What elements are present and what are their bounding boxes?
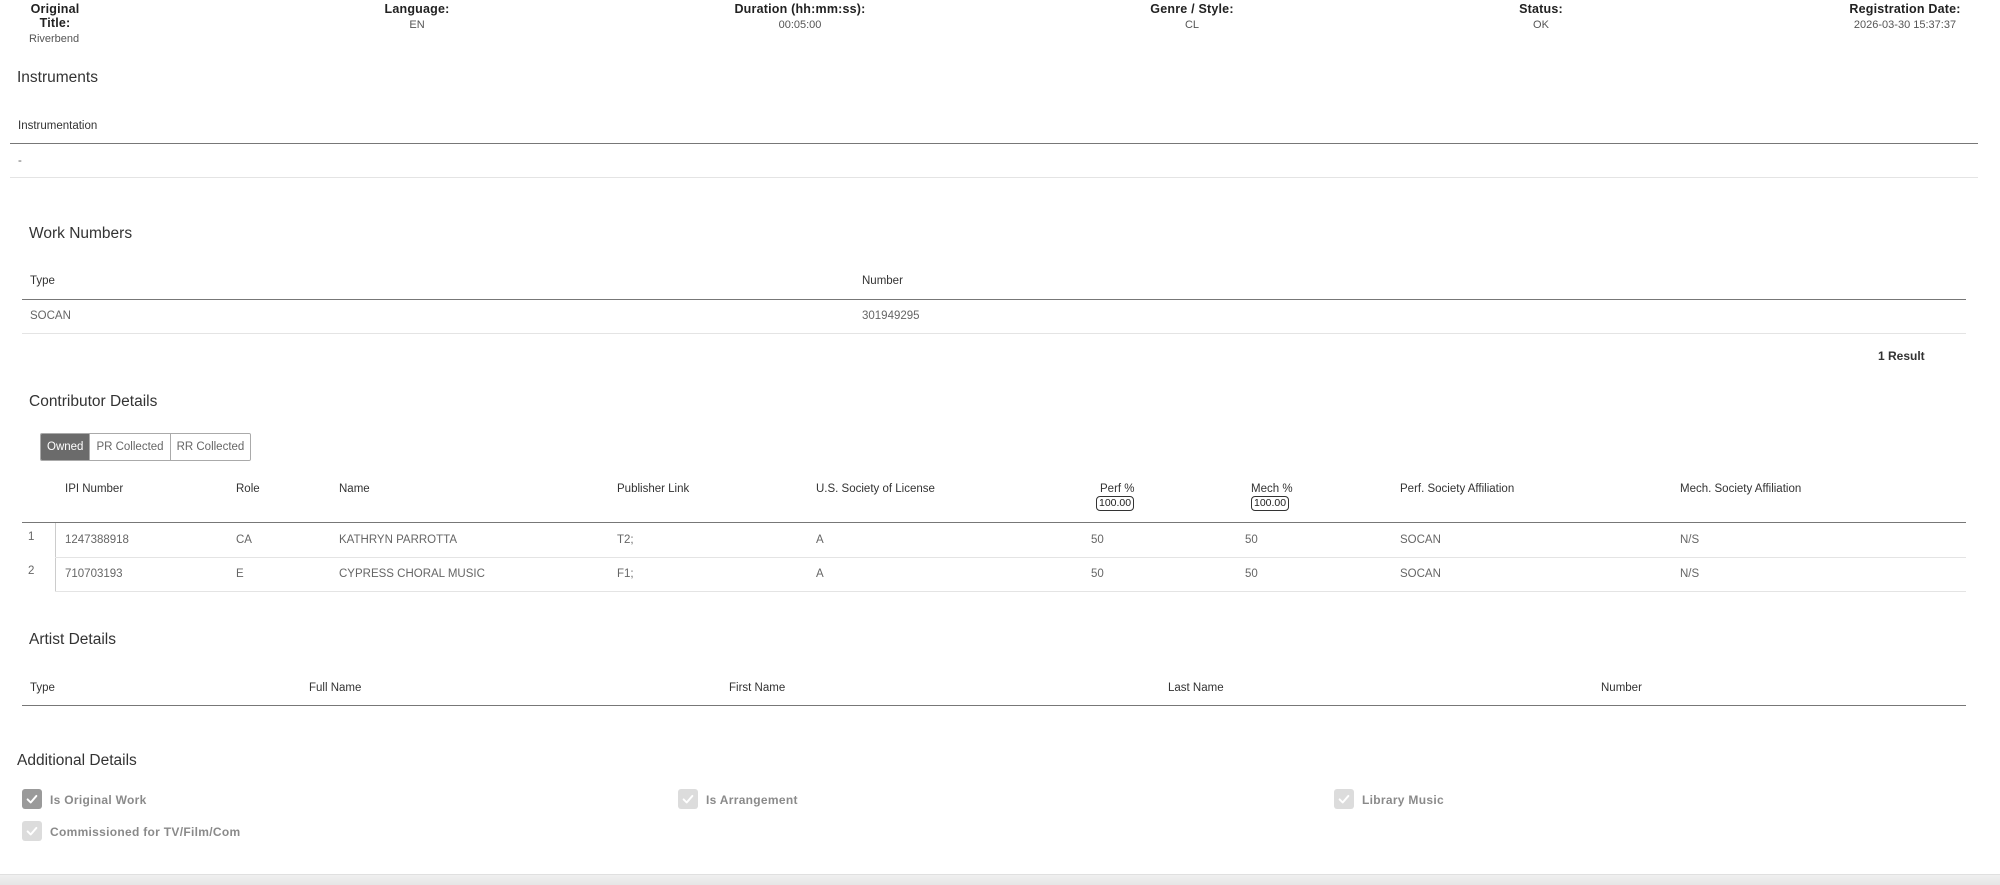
col-publisher-link: Publisher Link: [617, 483, 690, 495]
summary-original-title: Original Title: Riverbend: [15, 2, 95, 45]
work-numbers-type-header: Type: [30, 275, 55, 287]
summary-label: Genre / Style:: [1150, 2, 1234, 16]
perf-total: 100.00: [1096, 496, 1135, 511]
is-original-work-label: Is Original Work: [50, 793, 147, 807]
cell-name: KATHRYN PARROTTA: [339, 534, 457, 546]
summary-duration: Duration (hh:mm:ss): 00:05:00: [720, 2, 880, 31]
contributor-tabs: Owned PR Collected RR Collected: [40, 433, 252, 461]
cell-perf-affiliation: SOCAN: [1400, 568, 1441, 580]
work-numbers-title: Work Numbers: [29, 225, 133, 242]
contributor-details-title: Contributor Details: [29, 393, 158, 410]
library-music-checkbox[interactable]: [1334, 789, 1354, 809]
check-icon: [26, 794, 38, 804]
summary-genre: Genre / Style: CL: [1132, 2, 1252, 31]
row-index: 1: [28, 531, 35, 543]
page-bottom-edge: [0, 874, 2000, 885]
artist-col-type: Type: [30, 682, 55, 694]
summary-language: Language: EN: [367, 2, 467, 31]
cell-perf-affiliation: SOCAN: [1400, 534, 1441, 546]
divider: [22, 705, 1966, 706]
col-mech-affiliation: Mech. Society Affiliation: [1680, 483, 1802, 495]
summary-value: 2026-03-30 15:37:37: [1853, 19, 1957, 31]
summary-value: CL: [1184, 19, 1200, 31]
col-name: Name: [339, 483, 370, 495]
divider: [55, 591, 1966, 592]
summary-value: OK: [1533, 19, 1549, 31]
summary-label: Registration Date:: [1849, 2, 1961, 16]
mech-total: 100.00: [1251, 496, 1290, 511]
cell-mech-affiliation: N/S: [1680, 534, 1700, 546]
cell-perf: 50: [1091, 568, 1104, 580]
col-ipi-number: IPI Number: [65, 483, 124, 495]
summary-status: Status: OK: [1501, 2, 1581, 31]
cell-mech: 50: [1245, 534, 1258, 546]
check-icon: [26, 826, 38, 836]
cell-role: E: [236, 568, 244, 580]
cell-mech: 50: [1245, 568, 1258, 580]
work-numbers-number-header: Number: [862, 275, 903, 287]
col-us-society: U.S. Society of License: [816, 483, 935, 495]
instruments-title: Instruments: [17, 69, 98, 86]
artist-col-number: Number: [1601, 682, 1642, 694]
cell-ipi: 710703193: [65, 568, 123, 580]
cell-mech-affiliation: N/S: [1680, 568, 1700, 580]
instrumentation-header: Instrumentation: [18, 120, 98, 132]
tab-pr-collected[interactable]: PR Collected: [90, 434, 171, 460]
is-original-work-checkbox[interactable]: [22, 789, 42, 809]
work-number-type: SOCAN: [30, 310, 71, 322]
check-icon: [682, 794, 694, 804]
is-arrangement-checkbox[interactable]: [678, 789, 698, 809]
divider: [10, 177, 1978, 178]
cell-perf: 50: [1091, 534, 1104, 546]
artist-col-last-name: Last Name: [1168, 682, 1224, 694]
summary-value: 00:05:00: [778, 19, 822, 31]
result-count: 1 Result: [1878, 349, 1925, 363]
work-number-value: 301949295: [862, 310, 920, 322]
cell-publisher-link: T2;: [617, 534, 634, 546]
artist-col-first-name: First Name: [729, 682, 786, 694]
additional-details-title: Additional Details: [17, 752, 137, 769]
row-index: 2: [28, 565, 35, 577]
commissioned-label: Commissioned for TV/Film/Com: [50, 825, 241, 839]
summary-label: Original Title:: [30, 2, 80, 30]
summary-value: EN: [409, 19, 425, 31]
summary-label: Language:: [384, 2, 450, 16]
summary-value: Riverbend: [29, 33, 80, 45]
tab-rr-collected[interactable]: RR Collected: [170, 434, 251, 460]
instrumentation-value: -: [18, 155, 22, 167]
library-music-label: Library Music: [1362, 793, 1444, 807]
cell-ipi: 1247388918: [65, 534, 129, 546]
col-role: Role: [236, 483, 260, 495]
cell-publisher-link: F1;: [617, 568, 634, 580]
artist-col-full-name: Full Name: [309, 682, 362, 694]
commissioned-checkbox[interactable]: [22, 821, 42, 841]
cell-us-society: A: [816, 568, 824, 580]
divider: [10, 143, 1978, 144]
divider: [22, 522, 1966, 523]
cell-role: CA: [236, 534, 252, 546]
check-icon: [1338, 794, 1350, 804]
is-arrangement-label: Is Arrangement: [706, 793, 798, 807]
col-perf-affiliation: Perf. Society Affiliation: [1400, 483, 1515, 495]
cell-us-society: A: [816, 534, 824, 546]
divider: [55, 557, 1966, 558]
divider: [22, 333, 1966, 334]
col-perf-pct: Perf %: [1100, 483, 1135, 495]
col-mech-pct: Mech %: [1251, 483, 1293, 495]
summary-label: Status:: [1519, 2, 1563, 16]
divider: [22, 299, 1966, 300]
tab-owned[interactable]: Owned: [41, 434, 91, 460]
summary-registration-date: Registration Date: 2026-03-30 15:37:37: [1840, 2, 1970, 31]
summary-label: Duration (hh:mm:ss):: [734, 2, 866, 16]
artist-details-title: Artist Details: [29, 631, 116, 648]
cell-name: CYPRESS CHORAL MUSIC: [339, 568, 485, 580]
